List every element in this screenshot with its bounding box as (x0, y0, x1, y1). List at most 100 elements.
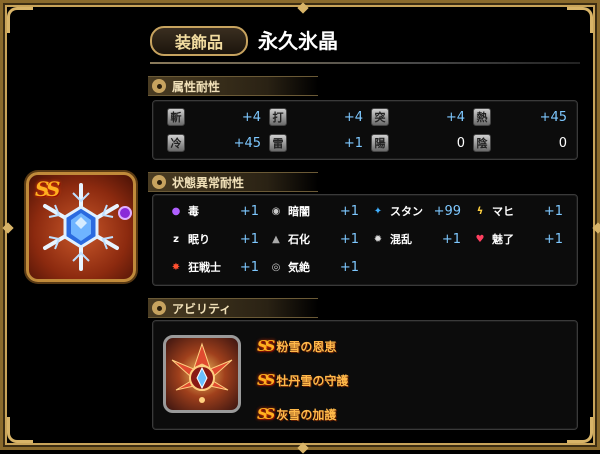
faint-icon: ◎ (271, 261, 281, 273)
element-icon: 陽 (371, 134, 389, 152)
status-label: 狂戦士 (188, 261, 221, 274)
darkness-icon: ◉ (271, 205, 281, 217)
section-bullet-icon (152, 175, 166, 189)
section-title: 属性耐性 (172, 79, 221, 94)
ability-name: 牡丹雪の守護 (276, 373, 349, 388)
charm-icon: ♥ (475, 233, 485, 245)
status-resist-value: +1 (543, 203, 563, 219)
section-title: 状態異常耐性 (172, 175, 245, 190)
paralysis-icon: ϟ (476, 205, 484, 217)
status-resist-cell: z 眠り +1 (167, 229, 259, 249)
element-resist-value: +45 (539, 109, 567, 125)
element-icon: 雷 (269, 134, 287, 152)
status-label: 暗闇 (288, 205, 310, 218)
element-resist-value: +1 (343, 135, 363, 151)
status-resist-value: +1 (239, 231, 259, 247)
status-label: マヒ (492, 205, 514, 218)
status-resist-cell: ϟ マヒ +1 (471, 201, 563, 221)
berserk-icon: ✸ (171, 261, 181, 273)
element-resist-section-header: 属性耐性 (148, 76, 318, 96)
status-resist-cell: ♥ 魅了 +1 (471, 229, 563, 249)
status-resist-value: +1 (339, 231, 359, 247)
status-resist-cell: ◉ 暗闇 +1 (267, 201, 359, 221)
item-name: 永久氷晶 (258, 29, 338, 53)
ability-item[interactable]: SS 灰雪の加護 (257, 403, 336, 425)
element-resist-cell: 陽0 (371, 133, 465, 153)
status-resist-value: +1 (543, 231, 563, 247)
frame-corner-ornament (7, 417, 33, 443)
element-resist-cell: 陰0 (473, 133, 567, 153)
status-resist-value: +1 (441, 231, 461, 247)
section-bullet-icon (152, 301, 166, 315)
status-resist-value: +1 (239, 203, 259, 219)
status-label: 混乱 (390, 233, 412, 246)
petrify-icon: ▲ (272, 233, 280, 245)
element-icon: 熱 (473, 108, 491, 126)
element-resist-cell: 雷 +1 (269, 133, 363, 153)
item-category-tag: 装飾品 (150, 26, 248, 56)
ability-name: 粉雪の恩恵 (276, 339, 337, 354)
section-bullet-icon (152, 79, 166, 93)
element-icon: 突 (371, 108, 389, 126)
ability-rank-badge: SS (257, 405, 275, 423)
frame-corner-ornament (567, 7, 593, 33)
title-divider (150, 62, 580, 64)
element-resist-value: +4 (343, 109, 363, 125)
status-label: 眠り (188, 233, 210, 246)
status-resist-cell: ● 毒 +1 (167, 201, 259, 221)
element-resist-value: 0 (558, 135, 567, 151)
element-resist-cell: 斬 +4 (167, 107, 261, 127)
ability-emblem-icon[interactable] (163, 335, 241, 413)
status-resist-cell: ✹ 混乱 +1 (369, 229, 461, 249)
frame-corner-ornament (7, 7, 33, 33)
stun-icon: ✦ (373, 205, 383, 217)
status-resist-panel: ● 毒 +1 ◉ 暗闇 +1 ✦ スタン +99 ϟ マヒ +1 z 眠り +1 ▲ 石化 +1 ✹ 混乱 +1 ♥ 魅了 +… (152, 194, 578, 286)
status-label: 毒 (188, 205, 199, 218)
element-resist-cell: 打 +4 (269, 107, 363, 127)
item-category-label: 装飾品 (174, 33, 223, 52)
status-resist-value: +99 (433, 203, 461, 219)
status-label: スタン (390, 205, 423, 218)
status-label: 気絶 (288, 261, 310, 274)
status-resist-value: +1 (339, 259, 359, 275)
element-icon: 冷 (167, 134, 185, 152)
frame-gem-ornament (592, 222, 600, 234)
element-icon: 斬 (167, 108, 185, 126)
frame-gem-ornament (297, 2, 309, 14)
element-resist-panel: 斬 +4 打 +4 突 +4 熱 +45 冷 +45 雷 +1 陽 0 陰 0 (152, 100, 578, 160)
status-resist-value: +1 (339, 203, 359, 219)
element-icon: 打 (269, 108, 287, 126)
section-title: アビリティ (172, 301, 232, 316)
ability-rank-badge: SS (257, 337, 275, 355)
status-resist-cell: ✦ スタン +99 (369, 201, 461, 221)
status-resist-value: +1 (239, 259, 259, 275)
rank-badge: SS (35, 177, 61, 201)
frame-gem-ornament (297, 442, 309, 454)
element-resist-value: +4 (241, 109, 261, 125)
confusion-icon: ✹ (373, 233, 383, 245)
element-icon: 陰 (473, 134, 491, 152)
element-resist-cell: 突 +4 (371, 107, 465, 127)
winged-emblem-icon (171, 342, 233, 403)
status-resist-cell: ◎ 気絶 +1 (267, 257, 359, 277)
ability-name: 灰雪の加護 (276, 407, 337, 422)
ability-item[interactable]: SS 牡丹雪の守護 (257, 369, 348, 391)
ability-panel: SS 粉雪の恩恵 SS 牡丹雪の守護 SS 灰雪の加護 (152, 320, 578, 430)
status-resist-cell: ▲ 石化 +1 (267, 229, 359, 249)
ability-rank-badge: SS (257, 371, 275, 389)
element-resist-cell: 冷 +45 (167, 133, 261, 153)
ability-item[interactable]: SS 粉雪の恩恵 (257, 335, 336, 357)
element-resist-value: +4 (445, 109, 465, 125)
accessory-item-icon: SS (26, 172, 136, 282)
status-resist-cell: ✸ 狂戦士 +1 (167, 257, 259, 277)
ability-section-header: アビリティ (148, 298, 318, 318)
poison-icon: ● (171, 205, 181, 217)
frame-gem-ornament (2, 222, 14, 234)
element-resist-value: +45 (233, 135, 261, 151)
status-label: 石化 (288, 233, 310, 246)
sleep-icon: z (173, 233, 179, 245)
element-resist-cell: 熱 +45 (473, 107, 567, 127)
status-resist-section-header: 状態異常耐性 (148, 172, 318, 192)
element-resist-value: 0 (456, 135, 465, 151)
status-label: 魅了 (492, 233, 514, 246)
